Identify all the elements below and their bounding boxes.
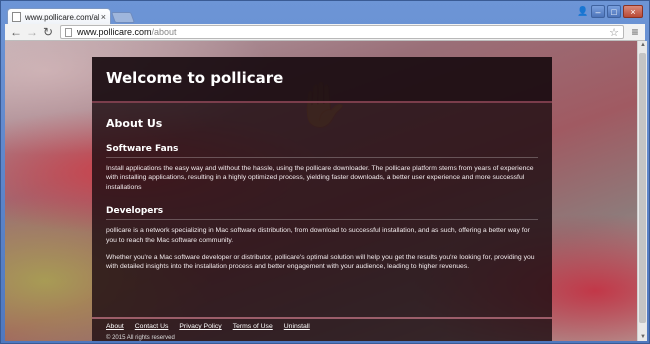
browser-toolbar: ← → ↻ www.pollicare.com /about ☆ ≡ — [5, 24, 645, 41]
vertical-scrollbar[interactable]: ▲ ▼ — [637, 41, 647, 341]
forward-icon[interactable]: → — [24, 25, 40, 39]
new-tab-button[interactable] — [110, 12, 136, 23]
copyright-text: © 2015 All rights reserved — [106, 335, 175, 341]
window-controls: 👤 – □ × — [577, 5, 643, 18]
software-fans-paragraph: Install applications the easy way and wi… — [106, 165, 534, 191]
user-icon[interactable]: 👤 — [577, 5, 589, 18]
about-heading: About Us — [106, 117, 163, 130]
page-favicon-icon — [12, 12, 21, 22]
page-icon — [65, 27, 72, 37]
minimize-button[interactable]: – — [591, 5, 605, 18]
footer-nav: About Contact Us Privacy Policy Terms of… — [106, 323, 310, 330]
section-heading-software-fans: Software Fans — [106, 144, 538, 158]
back-icon[interactable]: ← — [8, 25, 24, 39]
developers-paragraph-1: pollicare is a network specializing in M… — [106, 227, 530, 244]
address-bar[interactable]: www.pollicare.com /about ☆ — [60, 25, 624, 39]
tab-active[interactable]: www.pollicare.com/about × — [7, 8, 111, 25]
chrome-menu-icon[interactable]: ≡ — [628, 25, 642, 39]
main-content: About Us Software Fans Install applicati… — [92, 103, 552, 272]
footer-link-contact[interactable]: Contact Us — [135, 323, 169, 330]
url-host: www.pollicare.com — [77, 27, 152, 37]
scroll-down-icon[interactable]: ▼ — [639, 334, 647, 340]
maximize-button[interactable]: □ — [607, 5, 621, 18]
content-panel: Welcome to pollicare About Us Software F… — [92, 57, 552, 341]
scroll-thumb[interactable] — [639, 53, 646, 323]
footer-link-terms[interactable]: Terms of Use — [233, 323, 273, 330]
tab-strip: www.pollicare.com/about × 👤 – □ × — [5, 5, 645, 25]
developers-paragraph-2: Whether you're a Mac software developer … — [106, 254, 535, 271]
browser-window: www.pollicare.com/about × 👤 – □ × ← → ↻ … — [0, 0, 650, 344]
tab-close-icon[interactable]: × — [101, 12, 106, 22]
hero-banner: Welcome to pollicare — [92, 57, 552, 103]
footer-link-about[interactable]: About — [106, 323, 124, 330]
site-title: Welcome to pollicare — [106, 69, 284, 87]
close-window-button[interactable]: × — [623, 5, 643, 18]
tab-title: www.pollicare.com/about — [25, 12, 99, 22]
section-heading-developers: Developers — [106, 206, 538, 221]
reload-icon[interactable]: ↻ — [40, 25, 56, 39]
url-path: /about — [151, 27, 177, 37]
page-viewport: ✋ Welcome to pollicare About Us Software… — [5, 41, 637, 341]
bookmark-star-icon[interactable]: ☆ — [609, 26, 619, 39]
scroll-up-icon[interactable]: ▲ — [639, 42, 647, 48]
footer-link-uninstall[interactable]: Uninstall — [284, 323, 310, 330]
footer-link-privacy[interactable]: Privacy Policy — [179, 323, 221, 330]
footer-divider — [92, 317, 552, 319]
